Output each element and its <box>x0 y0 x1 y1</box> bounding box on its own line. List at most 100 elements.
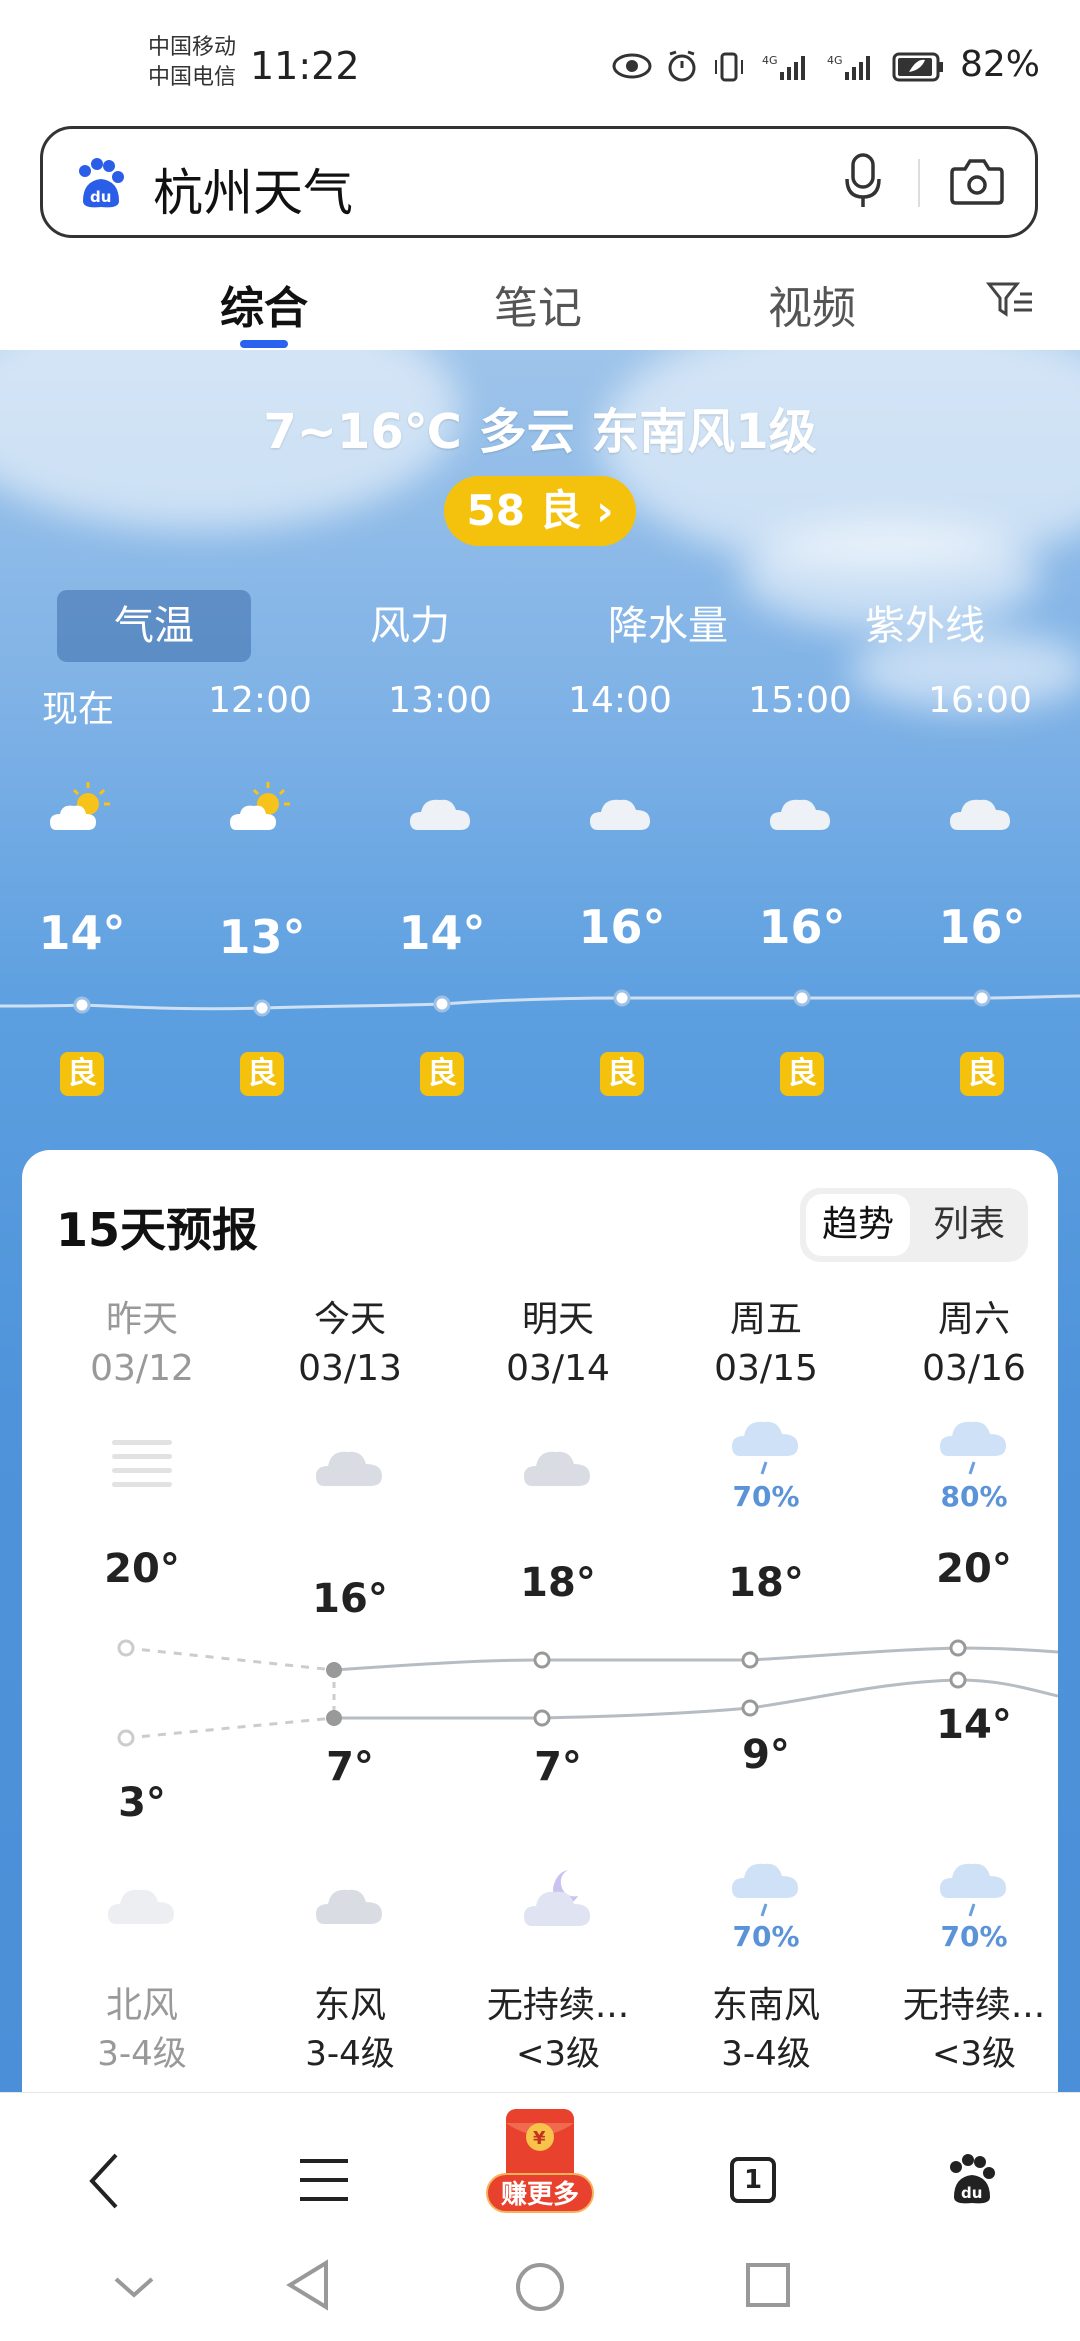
promo-red-packet[interactable]: ¥ 赚更多 <box>486 2103 594 2213</box>
metric-tab-temperature[interactable]: 气温 <box>57 590 251 662</box>
toggle-trend[interactable]: 趋势 <box>806 1194 910 1256</box>
carrier-2: 中国电信 <box>148 65 237 90</box>
night-precip-chance: 70% <box>940 1920 1008 1953</box>
tab-general[interactable]: 综合 <box>220 272 308 336</box>
view-toggle: 趋势 列表 <box>800 1188 1028 1262</box>
day-precip-chance: 70% <box>732 1480 800 1513</box>
day-date: 03/16 <box>922 1348 1026 1389</box>
hour-aqi-badge: 良 <box>60 1052 104 1096</box>
day-date: 03/15 <box>714 1348 818 1389</box>
vibrate-icon <box>715 52 743 82</box>
cloudy-icon <box>950 799 1010 830</box>
status-icons: 4G 4G <box>612 50 943 82</box>
system-home-icon[interactable] <box>514 2261 566 2313</box>
rain-icon <box>940 1863 1006 1917</box>
baidu-paw-icon[interactable]: du <box>944 2153 1000 2209</box>
day-precip-chance: 80% <box>940 1480 1008 1513</box>
day-wind-level: 3-4级 <box>721 2034 811 2074</box>
collapse-nav-icon[interactable] <box>112 2273 156 2303</box>
haze-icon <box>112 1440 172 1487</box>
metric-tab-precipitation[interactable]: 降水量 <box>578 590 758 662</box>
rain-icon <box>940 1421 1006 1475</box>
hour-time: 现在 <box>41 689 114 730</box>
divider <box>918 159 920 207</box>
hour-aqi-badge: 良 <box>600 1052 644 1096</box>
microphone-icon[interactable] <box>843 151 883 211</box>
weather-summary: 7~16℃ 多云 东南风1级 <box>263 404 817 460</box>
partly-sunny-icon <box>230 782 290 830</box>
aqi-badge[interactable]: 58 良 › <box>444 476 636 546</box>
day-wind-level: 3-4级 <box>97 2034 187 2074</box>
cloudy-icon <box>316 1889 382 1924</box>
day-wind-direction: 东南风 <box>711 1985 820 2026</box>
alarm-icon <box>668 50 696 82</box>
signal-4g-icon-2: 4G <box>827 54 870 80</box>
hour-temp: 14° <box>38 906 126 960</box>
hour-aqi-badge: 良 <box>780 1052 824 1096</box>
clock: 11:22 <box>250 44 360 88</box>
battery-icon <box>892 52 943 82</box>
cloudy-icon <box>316 1451 382 1486</box>
day-wind-level: <3级 <box>515 2034 601 2074</box>
day-name: 昨天 <box>105 1299 178 1340</box>
hour-aqi-badge: 良 <box>420 1052 464 1096</box>
cloudy-icon <box>590 799 650 830</box>
cloudy-icon <box>108 1889 174 1924</box>
day-name: 周六 <box>937 1299 1010 1340</box>
tab-count-button[interactable]: 1 <box>730 2157 776 2203</box>
hourly-temp-curve <box>0 989 1080 1017</box>
hour-temp: 16° <box>758 900 846 954</box>
hour-time: 13:00 <box>388 680 492 721</box>
camera-icon[interactable] <box>949 155 1005 207</box>
aqi-value: 58 良 <box>466 486 582 535</box>
day-wind-direction: 无持续... <box>902 1985 1046 2026</box>
metric-tab-wind[interactable]: 风力 <box>320 590 500 662</box>
tab-active-indicator <box>240 340 288 348</box>
status-bar: 中国移动 中国电信 11:22 4G 4G 82% <box>0 0 1080 130</box>
day-low-temp: 9° <box>742 1732 790 1778</box>
day-name: 周五 <box>729 1299 802 1340</box>
promo-label: 赚更多 <box>486 2173 594 2213</box>
cloudy-icon <box>524 1451 590 1486</box>
baidu-paw-icon: du <box>79 158 124 208</box>
hour-aqi-badge: 良 <box>240 1052 284 1096</box>
rain-icon <box>732 1421 798 1475</box>
hour-temp: 16° <box>578 900 666 954</box>
cloudy-icon <box>410 799 470 830</box>
hour-aqi-badge: 良 <box>960 1052 1004 1096</box>
night-precip-chance: 70% <box>732 1920 800 1953</box>
svg-text:4G: 4G <box>827 54 843 67</box>
menu-icon[interactable] <box>298 2155 350 2205</box>
tab-notes[interactable]: 笔记 <box>494 272 582 336</box>
day-name: 今天 <box>313 1299 386 1340</box>
filter-icon[interactable] <box>986 280 1036 320</box>
back-arrow-icon[interactable] <box>86 2151 126 2211</box>
eye-icon <box>612 53 652 79</box>
search-input[interactable]: 杭州天气 <box>153 153 353 225</box>
partly-sunny-icon <box>50 782 110 830</box>
forecast-card: 15天预报 趋势 列表 昨天 今天 明天 周五 周六 03/12 03/13 0… <box>22 1150 1058 2150</box>
day-high-temp: 20° <box>936 1546 1012 1592</box>
svg-text:du: du <box>961 2184 982 2202</box>
cloudy-icon <box>770 799 830 830</box>
tab-videos[interactable]: 视频 <box>768 272 856 336</box>
day-wind-level: <3级 <box>931 2034 1017 2074</box>
toggle-list[interactable]: 列表 <box>916 1194 1022 1256</box>
day-wind-direction: 无持续... <box>486 1985 630 2026</box>
hour-temp: 14° <box>398 906 486 960</box>
cloudy-night-icon <box>524 1870 590 1926</box>
day-low-temp: 14° <box>936 1702 1012 1748</box>
system-recents-icon[interactable] <box>744 2261 792 2309</box>
day-date: 03/14 <box>506 1348 610 1389</box>
carrier-1: 中国移动 <box>148 35 237 60</box>
search-bar[interactable]: du 杭州天气 <box>40 126 1038 238</box>
hour-temp: 16° <box>938 900 1026 954</box>
metric-tab-uv[interactable]: 紫外线 <box>835 590 1015 662</box>
system-back-icon[interactable] <box>284 2259 332 2311</box>
battery-percent: 82% <box>959 44 1040 85</box>
day-low-temp: 7° <box>326 1744 374 1790</box>
day-wind-direction: 东风 <box>313 1985 386 2026</box>
day-wind-level: 3-4级 <box>305 2034 395 2074</box>
day-date: 03/13 <box>298 1348 402 1389</box>
hour-time: 16:00 <box>928 680 1032 721</box>
